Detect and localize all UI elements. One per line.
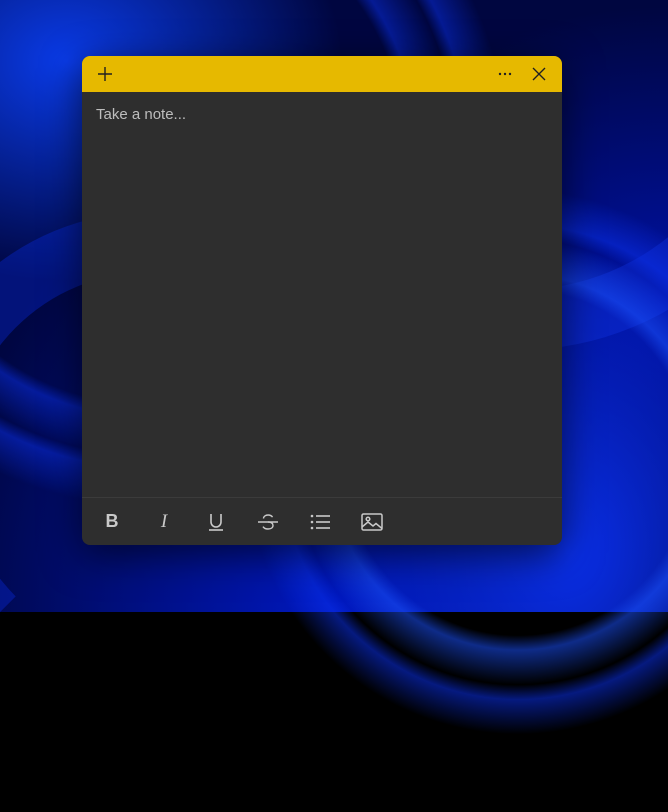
- close-icon: [532, 67, 546, 81]
- bold-button[interactable]: B: [100, 510, 124, 534]
- italic-button[interactable]: I: [152, 510, 176, 534]
- picture-icon: [361, 513, 383, 531]
- underline-icon: [207, 512, 225, 532]
- more-horizontal-icon: [497, 66, 513, 82]
- new-note-button[interactable]: [88, 57, 122, 91]
- bullet-list-icon: [310, 514, 330, 530]
- titlebar: [82, 56, 562, 92]
- bold-icon: B: [106, 511, 119, 532]
- strikethrough-icon: [257, 513, 279, 531]
- italic-icon: I: [161, 511, 167, 533]
- bullet-list-button[interactable]: [308, 510, 332, 534]
- more-options-button[interactable]: [488, 57, 522, 91]
- note-placeholder: Take a note...: [96, 106, 186, 123]
- note-body[interactable]: Take a note...: [82, 92, 562, 497]
- strikethrough-button[interactable]: [256, 510, 280, 534]
- sticky-note-window: Take a note... B I: [82, 56, 562, 545]
- insert-image-button[interactable]: [360, 510, 384, 534]
- close-note-button[interactable]: [522, 57, 556, 91]
- format-bar: B I: [82, 497, 562, 545]
- underline-button[interactable]: [204, 510, 228, 534]
- plus-icon: [97, 66, 113, 82]
